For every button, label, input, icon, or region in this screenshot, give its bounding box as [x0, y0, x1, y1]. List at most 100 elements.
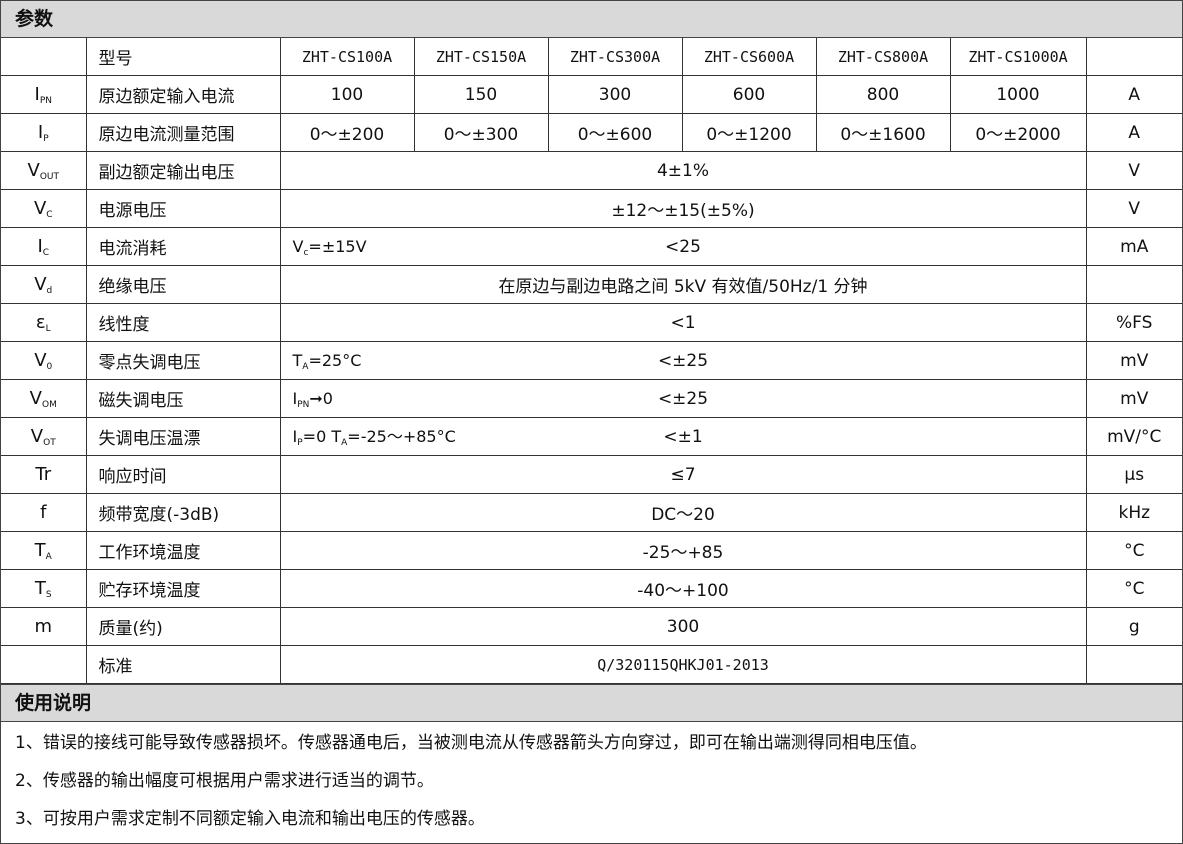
- param-value: 0～±2000: [949, 113, 1087, 152]
- model-name: ZHT-CS600A: [681, 38, 817, 76]
- param-value: 600: [681, 75, 817, 114]
- param-unit: V: [1085, 189, 1182, 228]
- param-symbol: VC: [1, 189, 87, 228]
- param-unit: mV: [1085, 341, 1182, 380]
- params-table: 型号 ZHT-CS100A ZHT-CS150A ZHT-CS300A ZHT-…: [1, 38, 1182, 684]
- param-value: -40～+100: [279, 569, 1087, 608]
- param-symbol: VOT: [1, 417, 87, 456]
- param-unit: A: [1085, 113, 1182, 152]
- param-symbol: f: [1, 493, 87, 532]
- param-unit: mA: [1085, 227, 1182, 266]
- param-symbol: εL: [1, 303, 87, 342]
- param-value: 300: [279, 607, 1087, 646]
- param-unit: mV: [1085, 379, 1182, 418]
- spec-sheet: 参数 型号 ZHT-CS100A ZHT-CS150A ZHT-CS300A Z…: [0, 0, 1183, 844]
- param-value: Q/320115QHKJ01-2013: [279, 645, 1087, 684]
- param-symbol: IC: [1, 227, 87, 266]
- param-symbol: V0: [1, 341, 87, 380]
- param-row: εL 线性度 <1 %FS: [1, 303, 1182, 342]
- param-value: ±12～±15(±5%): [279, 189, 1087, 228]
- param-row: Vd 绝缘电压 在原边与副边电路之间 5kV 有效值/50Hz/1 分钟: [1, 265, 1182, 304]
- param-value: DC～20: [279, 493, 1087, 532]
- param-row: Tr 响应时间 ≤7 μs: [1, 455, 1182, 494]
- param-value: 0～±300: [413, 113, 549, 152]
- param-symbol: m: [1, 607, 87, 646]
- param-name: 线性度: [85, 303, 281, 342]
- param-row: V0 零点失调电压 TA=25°C <±25 mV: [1, 341, 1182, 380]
- param-unit: mV/°C: [1085, 417, 1182, 456]
- param-symbol: IP: [1, 113, 87, 152]
- param-symbol: TS: [1, 569, 87, 608]
- param-unit: %FS: [1085, 303, 1182, 342]
- param-name: 电流消耗: [85, 227, 281, 266]
- param-symbol: TA: [1, 531, 87, 570]
- param-unit: °C: [1085, 569, 1182, 608]
- param-row: IC 电流消耗 Vc=±15V <25 mA: [1, 227, 1182, 266]
- param-value: 4±1%: [279, 151, 1087, 190]
- model-row: 型号 ZHT-CS100A ZHT-CS150A ZHT-CS300A ZHT-…: [1, 38, 1182, 76]
- param-row: VC 电源电压 ±12～±15(±5%) V: [1, 189, 1182, 228]
- param-symbol: Tr: [1, 455, 87, 494]
- param-symbol: VOM: [1, 379, 87, 418]
- param-name: 副边额定输出电压: [85, 151, 281, 190]
- param-value: 100: [279, 75, 415, 114]
- param-value: 800: [815, 75, 951, 114]
- param-value: 0～±1600: [815, 113, 951, 152]
- param-condition: IPN➞0: [292, 389, 333, 410]
- param-row: VOUT 副边额定输出电压 4±1% V: [1, 151, 1182, 190]
- params-section-title: 参数: [1, 1, 1182, 38]
- param-unit: °C: [1085, 531, 1182, 570]
- param-unit: [1085, 645, 1182, 684]
- usage-note: 1、错误的接线可能导致传感器损坏。传感器通电后，当被测电流从传感器箭头方向穿过，…: [15, 733, 927, 753]
- param-name: 零点失调电压: [85, 341, 281, 380]
- model-name: ZHT-CS300A: [547, 38, 683, 76]
- param-unit: kHz: [1085, 493, 1182, 532]
- unit-cell: [1085, 38, 1182, 76]
- param-unit: V: [1085, 151, 1182, 190]
- param-name: 响应时间: [85, 455, 281, 494]
- param-unit: [1085, 265, 1182, 304]
- param-value: 0～±1200: [681, 113, 817, 152]
- param-value: -25～+85: [279, 531, 1087, 570]
- param-row: 标准 Q/320115QHKJ01-2013: [1, 645, 1182, 684]
- param-value: 150: [413, 75, 549, 114]
- param-value: 0～±200: [279, 113, 415, 152]
- param-value: 0～±600: [547, 113, 683, 152]
- param-name: 电源电压: [85, 189, 281, 228]
- param-row: m 质量(约) 300 g: [1, 607, 1182, 646]
- param-row: TA 工作环境温度 -25～+85 °C: [1, 531, 1182, 570]
- param-unit: A: [1085, 75, 1182, 114]
- model-label: 型号: [85, 38, 281, 76]
- param-value: 1000: [949, 75, 1087, 114]
- param-symbol: Vd: [1, 265, 87, 304]
- param-row: VOM 磁失调电压 IPN➞0 <±25 mV: [1, 379, 1182, 418]
- param-row: IP 原边电流测量范围 0～±200 0～±300 0～±600 0～±1200 0～±16…: [1, 113, 1182, 152]
- model-name: ZHT-CS1000A: [949, 38, 1087, 76]
- param-condition: IP=0 TA=-25～+85°C: [292, 427, 456, 448]
- usage-note: 2、传感器的输出幅度可根据用户需求进行适当的调节。: [15, 771, 434, 791]
- param-row: f 频带宽度(-3dB) DC～20 kHz: [1, 493, 1182, 532]
- model-name: ZHT-CS800A: [815, 38, 951, 76]
- param-row: TS 贮存环境温度 -40～+100 °C: [1, 569, 1182, 608]
- param-value: TA=25°C <±25: [279, 341, 1087, 380]
- param-value: 在原边与副边电路之间 5kV 有效值/50Hz/1 分钟: [279, 265, 1087, 304]
- param-value: ≤7: [279, 455, 1087, 494]
- param-unit: μs: [1085, 455, 1182, 494]
- param-name: 标准: [85, 645, 281, 684]
- param-name: 绝缘电压: [85, 265, 281, 304]
- param-condition: TA=25°C: [292, 351, 362, 372]
- param-name: 贮存环境温度: [85, 569, 281, 608]
- model-name: ZHT-CS100A: [279, 38, 415, 76]
- param-symbol: VOUT: [1, 151, 87, 190]
- param-value: IP=0 TA=-25～+85°C <±1: [279, 417, 1087, 456]
- param-name: 磁失调电压: [85, 379, 281, 418]
- param-name: 频带宽度(-3dB): [85, 493, 281, 532]
- param-value: 300: [547, 75, 683, 114]
- param-symbol: IPN: [1, 75, 87, 114]
- usage-note: 3、可按用户需求定制不同额定输入电流和输出电压的传感器。: [15, 809, 485, 829]
- param-value: <1: [279, 303, 1087, 342]
- param-value: Vc=±15V <25: [279, 227, 1087, 266]
- param-unit: g: [1085, 607, 1182, 646]
- param-row: VOT 失调电压温漂 IP=0 TA=-25～+85°C <±1 mV/°C: [1, 417, 1182, 456]
- param-value: IPN➞0 <±25: [279, 379, 1087, 418]
